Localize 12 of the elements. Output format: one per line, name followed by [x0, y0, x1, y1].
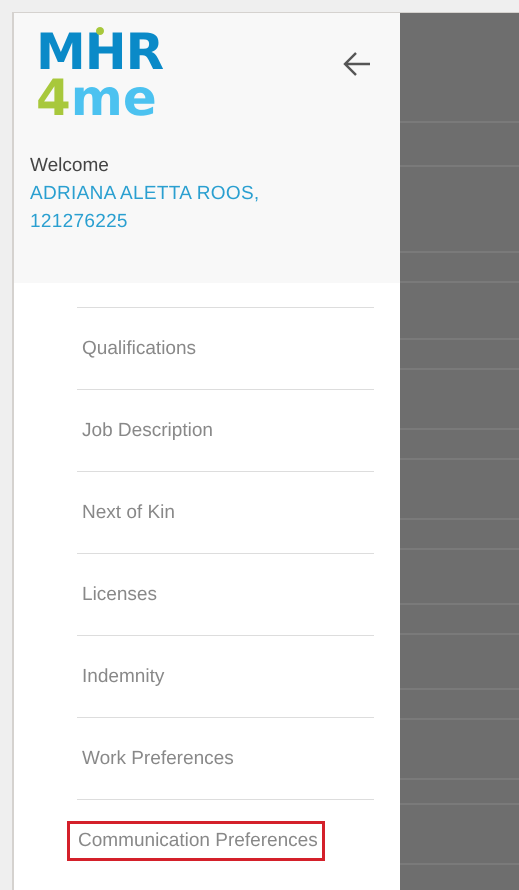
menu-item[interactable]: Next of Kin — [77, 492, 180, 532]
logo: MHR 4me — [36, 29, 164, 121]
menu-item[interactable]: Qualifications — [77, 328, 202, 368]
menu-item[interactable]: Indemnity — [77, 656, 170, 696]
welcome-label: Welcome — [30, 155, 110, 177]
menu-item[interactable]: Job Description — [77, 410, 218, 450]
menu-item[interactable]: Licenses — [77, 574, 162, 614]
user-id: 121276225 — [30, 211, 129, 233]
menu-item[interactable]: Work Preferences — [77, 738, 239, 778]
user-name: ADRIANA ALETTA ROOS, — [30, 183, 260, 205]
menu-item[interactable]: Communication Preferences — [67, 820, 325, 860]
back-arrow-button[interactable] — [342, 51, 372, 77]
